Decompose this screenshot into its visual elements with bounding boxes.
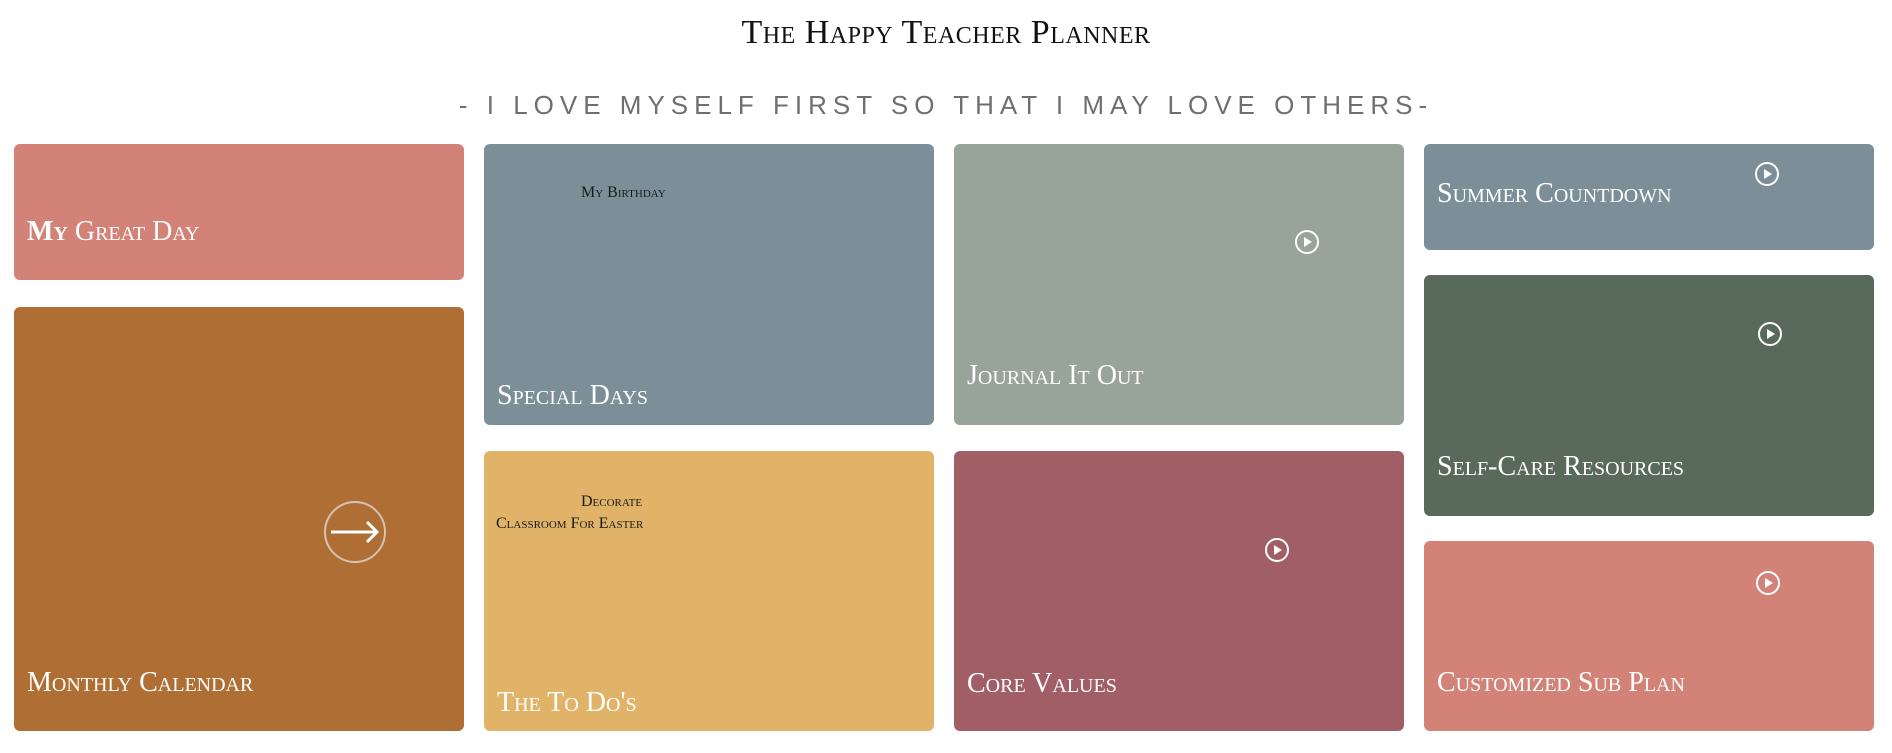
- play-circle-icon[interactable]: [1264, 537, 1290, 563]
- card-label: My Great Day: [27, 216, 200, 247]
- play-circle-icon[interactable]: [1754, 161, 1780, 187]
- card-label: Monthly Calendar: [27, 667, 254, 698]
- card-summer-countdown[interactable]: Summer Countdown: [1424, 144, 1874, 250]
- card-label: Summer Countdown: [1437, 178, 1672, 209]
- card-monthly-calendar[interactable]: Monthly Calendar: [14, 307, 464, 731]
- card-label: Journal It Out: [967, 360, 1144, 391]
- arrow-right-circle-icon[interactable]: [323, 500, 387, 564]
- card-sub-plan[interactable]: Customized Sub Plan: [1424, 541, 1874, 731]
- card-self-care[interactable]: Self-Care Resources: [1424, 275, 1874, 516]
- card-label: Self-Care Resources: [1437, 451, 1685, 482]
- note-text: Decorate: [581, 493, 643, 510]
- card-core-values[interactable]: Core Values: [954, 451, 1404, 731]
- page-title: The Happy Teacher Planner: [741, 14, 1151, 51]
- card-my-great-day[interactable]: My Great Day: [14, 144, 464, 280]
- note-text: My Birthday: [581, 184, 666, 201]
- page-tagline: - I LOVE MYSELF FIRST SO THAT I MAY LOVE…: [458, 90, 1434, 120]
- card-special-days[interactable]: My Birthday Special Days: [484, 144, 934, 425]
- card-label: Core Values: [967, 668, 1117, 699]
- play-circle-icon[interactable]: [1755, 570, 1781, 596]
- card-label: Special Days: [497, 380, 648, 411]
- play-circle-icon[interactable]: [1757, 321, 1783, 347]
- card-todos[interactable]: Decorate Classroom For Easter The To Do'…: [484, 451, 934, 731]
- card-label: Customized Sub Plan: [1437, 667, 1685, 698]
- card-label: The To Do's: [497, 687, 637, 718]
- note-text: Classroom For Easter: [496, 515, 644, 532]
- play-circle-icon[interactable]: [1294, 229, 1320, 255]
- card-journal[interactable]: Journal It Out: [954, 144, 1404, 425]
